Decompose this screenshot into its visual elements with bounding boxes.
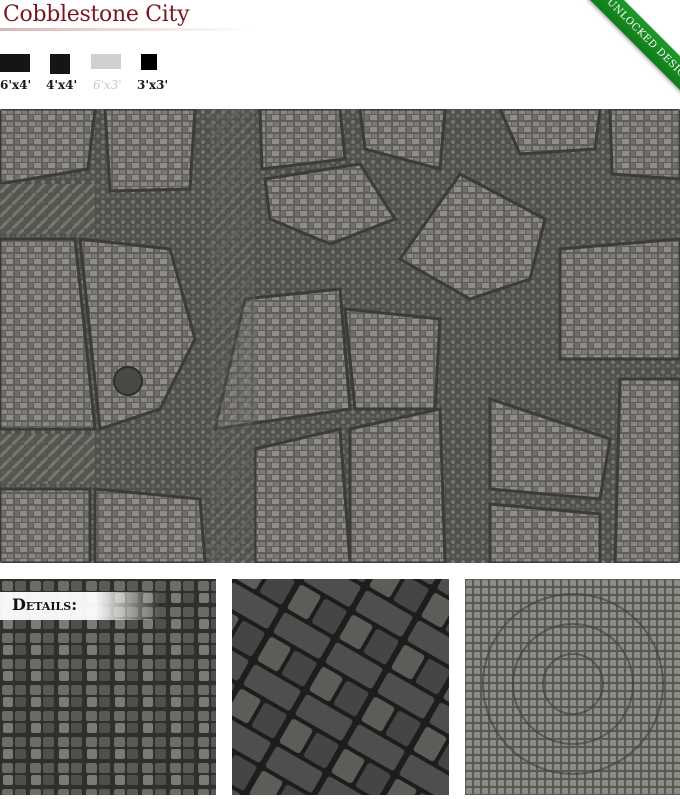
cobblestone-map-illustration bbox=[0, 109, 680, 563]
detail-image-herringbone[interactable] bbox=[232, 579, 449, 795]
fan-pattern-texture bbox=[465, 579, 680, 795]
size-label: 3'x3' bbox=[137, 78, 169, 92]
page-title: Cobblestone City bbox=[3, 2, 190, 27]
size-label: 6'x3' bbox=[93, 78, 122, 92]
details-heading: Details: bbox=[12, 595, 78, 614]
size-label: 4'x4' bbox=[46, 78, 78, 92]
ribbon-label: UNLOCKED DESIGN bbox=[587, 0, 680, 104]
title-underline bbox=[0, 28, 255, 31]
unlocked-design-ribbon: UNLOCKED DESIGN bbox=[570, 0, 680, 110]
herringbone-brick-texture bbox=[232, 579, 449, 795]
size-swatch bbox=[141, 54, 157, 70]
size-swatch bbox=[91, 54, 121, 69]
detail-image-square-setts[interactable]: Details: bbox=[0, 579, 216, 795]
size-swatch bbox=[50, 54, 70, 74]
size-label: 6'x4' bbox=[0, 78, 32, 92]
detail-image-fan-pattern[interactable] bbox=[465, 579, 680, 795]
map-preview-image[interactable] bbox=[0, 109, 680, 563]
size-swatch bbox=[0, 54, 30, 72]
